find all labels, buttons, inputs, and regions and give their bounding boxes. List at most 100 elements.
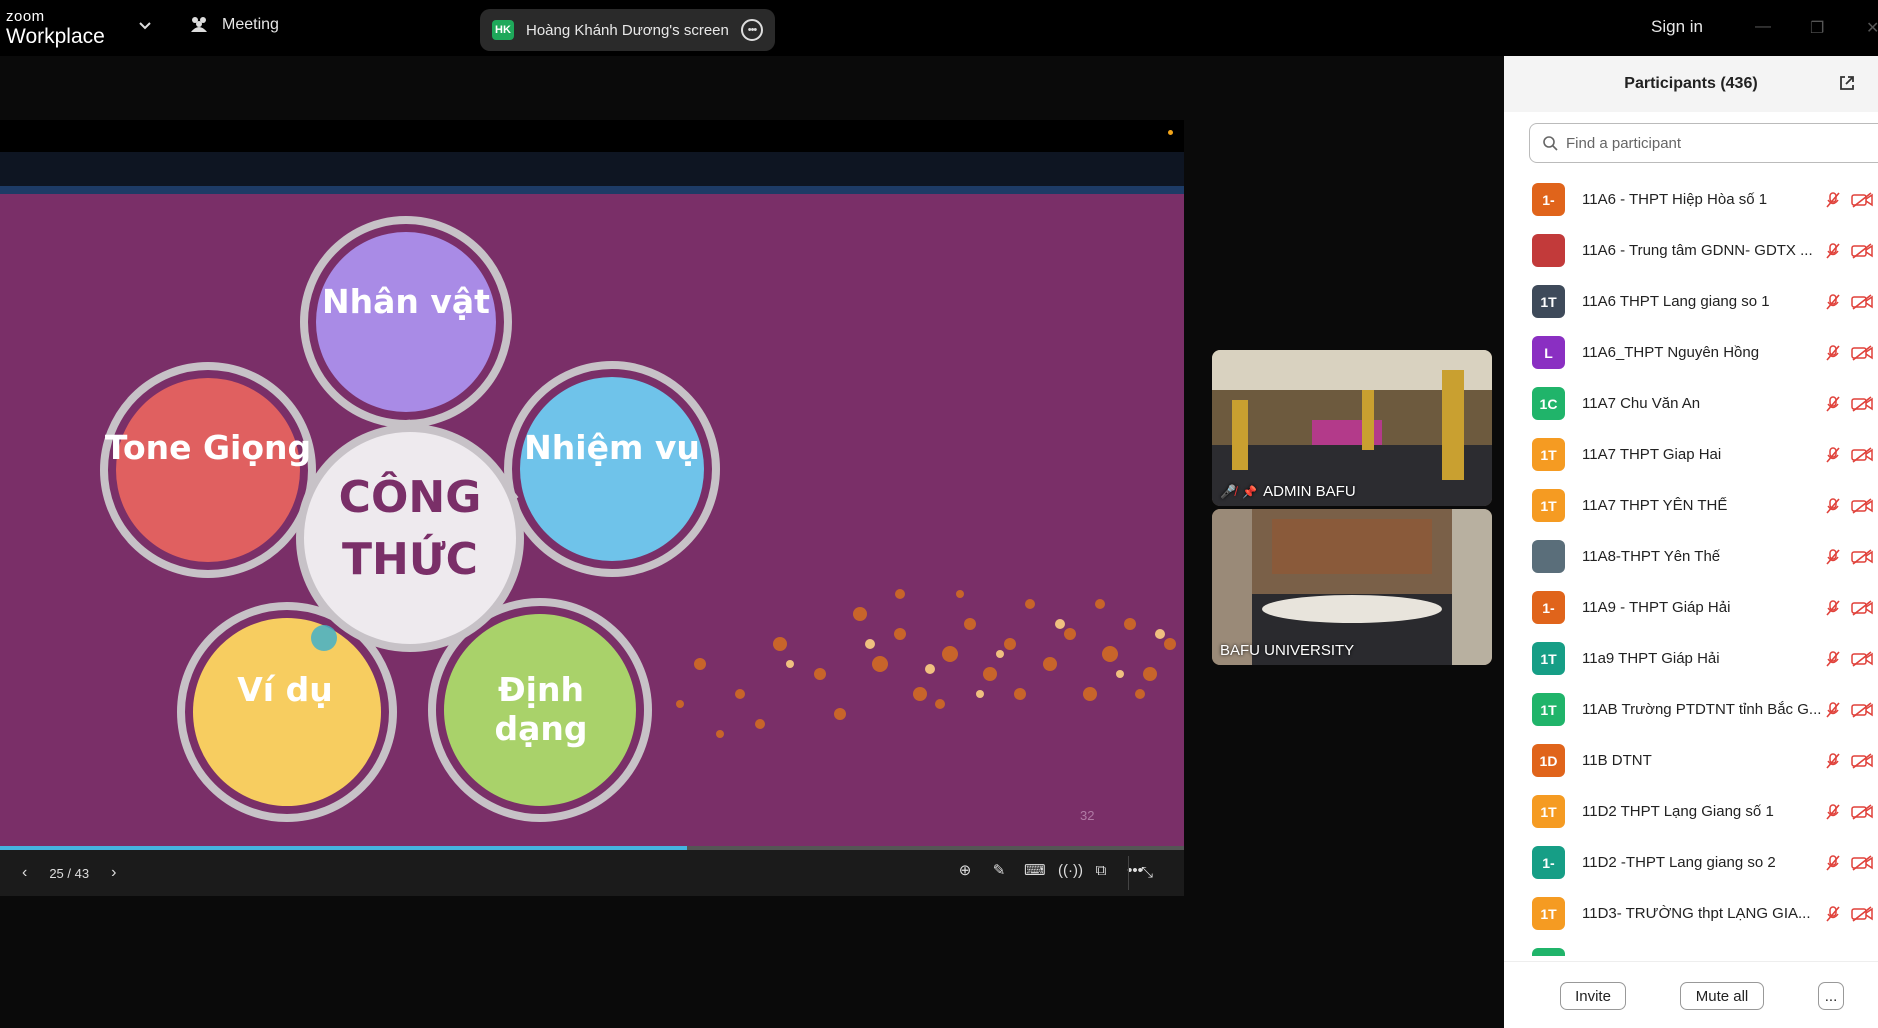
participant-row[interactable]: 1D 11B DTNT (1504, 735, 1878, 786)
muted-mic-icon[interactable] (1824, 803, 1842, 821)
participant-name: 11a9 THPT Giáp Hải (1582, 650, 1720, 667)
muted-mic-icon[interactable] (1824, 701, 1842, 719)
mute-all-button[interactable]: Mute all (1680, 982, 1764, 1010)
avatar: 1T (1532, 642, 1565, 675)
video-off-icon[interactable] (1851, 345, 1873, 361)
participant-name: 11AB Trường PTDTNT tỉnh Bắc G... (1582, 701, 1822, 718)
participant-name: 11A6_THPT Nguyên Hồng (1582, 344, 1760, 361)
participant-row[interactable]: L 11A6_THPT Nguyên Hồng (1504, 327, 1878, 378)
petal-label-top: Nhân vật (322, 282, 490, 321)
search-placeholder: Find a participant (1566, 134, 1682, 152)
muted-mic-icon[interactable] (1824, 599, 1842, 617)
video-off-icon[interactable] (1851, 855, 1873, 871)
video-off-icon[interactable] (1851, 651, 1873, 667)
muted-mic-icon[interactable] (1824, 905, 1842, 923)
video-tile[interactable]: BAFU UNIVERSITY (1212, 509, 1492, 665)
avatar (1532, 540, 1565, 573)
sharer-avatar: HK (492, 20, 514, 40)
video-off-icon[interactable] (1851, 702, 1873, 718)
multi-screen-icon[interactable]: ⧉ (1092, 862, 1110, 880)
muted-mic-icon[interactable] (1824, 446, 1842, 464)
minimize-icon[interactable]: — (1755, 18, 1771, 36)
video-off-icon[interactable] (1851, 192, 1873, 208)
muted-mic-icon[interactable] (1824, 395, 1842, 413)
video-off-icon[interactable] (1851, 447, 1873, 463)
more-options-icon[interactable]: ••• (741, 19, 763, 41)
video-off-icon[interactable] (1851, 243, 1873, 259)
shared-screen: Nhân vật Nhiệm vụ Định dạng Ví dụ Tone G… (0, 120, 1184, 896)
avatar: 1D (1532, 744, 1565, 777)
participant-name: 11A9 - THPT Giáp Hải (1582, 599, 1731, 616)
video-tiles: 🎤̸ 📌 ADMIN BAFU BAFU UNIVERSITY (1212, 350, 1492, 668)
flower-diagram (100, 216, 1176, 822)
annotate-icon[interactable]: ✎ (990, 862, 1008, 880)
pop-out-icon[interactable] (1838, 74, 1856, 92)
participant-name: 11D2 THPT Lạng Giang số 1 (1582, 803, 1774, 820)
meeting-button[interactable]: Meeting (188, 16, 279, 34)
participant-name: 11A6 - THPT Hiệp Hòa số 1 (1582, 191, 1768, 208)
petal-label-right: Nhiệm vụ (524, 428, 700, 467)
video-off-icon[interactable] (1851, 294, 1873, 310)
video-off-icon[interactable] (1851, 498, 1873, 514)
share-indicator[interactable]: HK Hoàng Khánh Dương's screen ••• (480, 9, 775, 51)
video-off-icon[interactable] (1851, 753, 1873, 769)
broadcast-icon[interactable]: ((·)) (1058, 862, 1083, 880)
muted-mic-icon[interactable] (1824, 854, 1842, 872)
video-off-icon[interactable] (1851, 804, 1873, 820)
viewer-controls: ‹ 25 / 43 › ⊕ ✎ ⌨ ((·)) ⧉ ••• ⤡ (0, 850, 1184, 896)
invite-button[interactable]: Invite (1560, 982, 1626, 1010)
muted-mic-icon[interactable] (1824, 344, 1842, 362)
participant-row[interactable]: 1- 11A9 - THPT Giáp Hải (1504, 582, 1878, 633)
participant-row[interactable]: 1T 11A7 THPT YÊN THẾ (1504, 480, 1878, 531)
participant-row[interactable]: 11A6 - Trung tâm GDNN- GDTX ... (1504, 225, 1878, 276)
video-off-icon[interactable] (1851, 906, 1873, 922)
next-page-icon[interactable]: › (111, 864, 116, 882)
avatar: 1T (1532, 897, 1565, 930)
close-icon[interactable]: ✕ (1866, 18, 1878, 38)
participant-row[interactable]: 1T 11D2 THPT Lạng Giang số 1 (1504, 786, 1878, 837)
search-input[interactable]: Find a participant (1529, 123, 1878, 163)
video-off-icon[interactable] (1851, 600, 1873, 616)
zoom-in-icon[interactable]: ⊕ (956, 862, 974, 880)
more-options-button[interactable]: ... (1818, 982, 1844, 1010)
video-tile[interactable]: 🎤̸ 📌 ADMIN BAFU (1212, 350, 1492, 506)
participant-row[interactable]: 1Y12A10-THPT Yên Dũng 3 (1504, 939, 1878, 956)
sign-in-link[interactable]: Sign in (1651, 17, 1703, 37)
muted-mic-icon[interactable] (1824, 548, 1842, 566)
participant-row[interactable]: 1T 11D3- TRƯỜNG thpt LẠNG GIA... (1504, 888, 1878, 939)
exit-fullscreen-icon[interactable]: ⤡ (1138, 864, 1156, 882)
avatar: 1T (1532, 285, 1565, 318)
participant-row[interactable]: 1T 11AB Trường PTDTNT tỉnh Bắc G... (1504, 684, 1878, 735)
prev-page-icon[interactable]: ‹ (22, 864, 27, 882)
restore-icon[interactable]: ❐ (1810, 18, 1824, 38)
title-bar: zoom Workplace Meeting HK Hoàng Khánh Dư… (0, 0, 1878, 56)
muted-mic-icon[interactable] (1824, 293, 1842, 311)
petal-right (520, 377, 704, 561)
participant-row[interactable]: 11A8-THPT Yên Thế (1504, 531, 1878, 582)
slide-number: 32 (1080, 808, 1095, 823)
participant-row[interactable]: 1- 11D2 -THPT Lang giang so 2 (1504, 837, 1878, 888)
participant-name: 11B DTNT (1582, 752, 1652, 769)
keyboard-icon[interactable]: ⌨ (1024, 862, 1046, 880)
participant-row[interactable]: 1T 11A7 THPT Giap Hai (1504, 429, 1878, 480)
participant-list: 1- 11A6 - THPT Hiệp Hòa số 1 11A6 - Trung … (1504, 174, 1878, 956)
muted-mic-icon[interactable] (1824, 650, 1842, 668)
participant-row[interactable]: 1- 11A6 - THPT Hiệp Hòa số 1 (1504, 174, 1878, 225)
muted-mic-icon[interactable] (1824, 752, 1842, 770)
participant-row[interactable]: 1T 11A6 THPT Lang giang so 1 (1504, 276, 1878, 327)
muted-mic-icon[interactable] (1824, 497, 1842, 515)
participant-name: 11A7 THPT Giap Hai (1582, 446, 1722, 463)
slide-stripe (0, 186, 1184, 194)
muted-mic-icon[interactable] (1824, 242, 1842, 260)
avatar: 1Y (1532, 948, 1565, 956)
participant-name: 11A7 Chu Văn An (1582, 395, 1701, 412)
chevron-down-icon[interactable] (138, 18, 152, 32)
meeting-label: Meeting (222, 16, 279, 33)
presentation-slide: Nhân vật Nhiệm vụ Định dạng Ví dụ Tone G… (0, 194, 1184, 846)
participant-row[interactable]: 1T 11a9 THPT Giáp Hải (1504, 633, 1878, 684)
video-off-icon[interactable] (1851, 396, 1873, 412)
participant-row[interactable]: 1C 11A7 Chu Văn An (1504, 378, 1878, 429)
muted-mic-icon[interactable] (1824, 191, 1842, 209)
avatar: 1- (1532, 591, 1565, 624)
video-off-icon[interactable] (1851, 549, 1873, 565)
